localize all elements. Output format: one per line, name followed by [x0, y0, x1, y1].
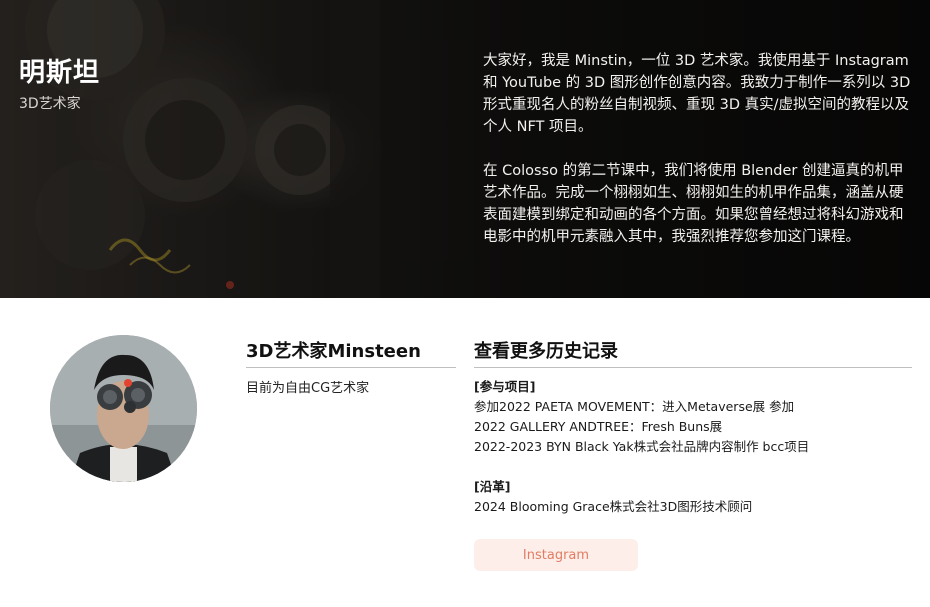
instructor-description: 大家好，我是 Minstin，一位 3D 艺术家。我使用基于 Instagram…	[483, 50, 915, 248]
list-item: 2022 GALLERY ANDTREE：Fresh Buns展	[474, 419, 723, 434]
instagram-button[interactable]: Instagram	[474, 539, 638, 571]
profile-status: 目前为自由CG艺术家	[246, 381, 370, 396]
instructor-name: 明斯坦	[19, 58, 101, 88]
career-heading: [沿革]	[474, 479, 511, 494]
list-item: 2022-2023 BYN Black Yak株式会社品牌内容制作 bcc项目	[474, 439, 810, 454]
description-paragraph: 在 Colosso 的第二节课中，我们将使用 Blender 创建逼真的机甲艺术…	[483, 163, 904, 245]
artist-portrait-image	[50, 335, 197, 482]
hero-banner: 明斯坦 3D艺术家 大家好，我是 Minstin，一位 3D 艺术家。我使用基于…	[0, 0, 930, 298]
description-paragraph: 大家好，我是 Minstin，一位 3D 艺术家。我使用基于 Instagram…	[483, 53, 911, 135]
profile-divider	[246, 367, 456, 368]
history-divider	[474, 367, 912, 368]
list-item: 参加2022 PAETA MOVEMENT：进入Metaverse展 参加	[474, 399, 795, 414]
projects-heading: [参与项目]	[474, 379, 536, 394]
list-item: 2024 Blooming Grace株式会社3D图形技术顾问	[474, 499, 753, 514]
history-title: 查看更多历史记录	[474, 341, 618, 362]
history-list: [参与项目] 参加2022 PAETA MOVEMENT：进入Metaverse…	[474, 377, 914, 517]
instructor-role: 3D艺术家	[19, 96, 81, 112]
avatar	[50, 335, 197, 482]
profile-title: 3D艺术家Minsteen	[246, 341, 421, 362]
